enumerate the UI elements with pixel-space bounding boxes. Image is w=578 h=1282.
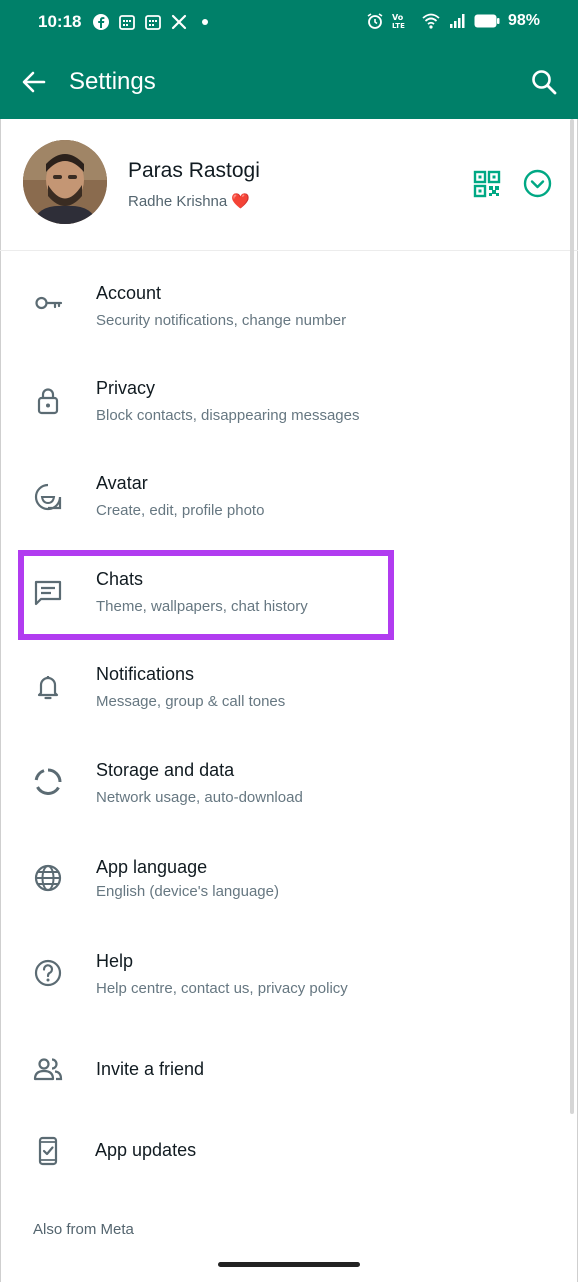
settings-item-storage[interactable]: Storage and data Network usage, auto-dow… [0, 748, 578, 838]
calendar-icon [119, 15, 135, 30]
phone-update-icon [38, 1136, 58, 1166]
volte-icon: VoLTE [392, 13, 405, 30]
chevron-down-icon[interactable] [523, 169, 552, 198]
settings-item-subtitle: Create, edit, profile photo [96, 502, 265, 519]
wifi-icon [422, 13, 440, 29]
settings-item-account[interactable]: Account Security notifications, change n… [0, 271, 578, 361]
x-logo-icon [171, 14, 187, 30]
settings-item-label: Account [96, 283, 162, 303]
settings-item-label: Invite a friend [96, 1059, 205, 1079]
settings-item-label: Help [96, 951, 134, 971]
settings-item-label: Storage and data [96, 760, 235, 780]
alarm-icon [367, 13, 383, 29]
battery-level: 98% [507, 12, 540, 29]
settings-item-app-language[interactable]: App language English (device's language) [0, 844, 578, 934]
settings-item-subtitle: Help centre, contact us, privacy policy [96, 980, 348, 997]
gesture-nav-bar[interactable] [218, 1262, 360, 1267]
settings-item-app-updates[interactable]: App updates [0, 1108, 578, 1198]
profile-name: Paras Rastogi [128, 159, 260, 182]
lock-icon [37, 388, 59, 415]
qr-code-icon[interactable] [473, 170, 501, 198]
settings-item-subtitle: Network usage, auto-download [96, 789, 303, 806]
settings-item-label: App language [96, 857, 208, 877]
help-icon [34, 959, 62, 987]
settings-item-label: App updates [95, 1140, 197, 1160]
avatar-icon [34, 483, 62, 511]
svg-text:Vo: Vo [392, 13, 404, 22]
globe-icon [34, 864, 62, 892]
bell-icon [37, 676, 59, 700]
status-right: Vo LTE 98% [366, 12, 540, 30]
settings-item-privacy[interactable]: Privacy Block contacts, disappearing mes… [0, 366, 578, 456]
also-from-meta-label: Also from Meta [33, 1221, 134, 1238]
settings-item-subtitle: Security notifications, change number [96, 312, 347, 329]
settings-item-invite[interactable]: Invite a friend [0, 1027, 578, 1117]
app-bar: Settings [0, 46, 578, 119]
settings-item-subtitle: Block contacts, disappearing messages [96, 407, 360, 424]
storage-icon [34, 768, 62, 795]
svg-text:LTE: LTE [392, 22, 405, 30]
back-arrow-icon[interactable] [20, 68, 48, 96]
settings-item-subtitle: Message, group & call tones [96, 693, 286, 710]
key-icon [35, 296, 63, 310]
facebook-icon [93, 14, 109, 30]
profile-photo [23, 140, 107, 224]
settings-item-notifications[interactable]: Notifications Message, group & call tone… [0, 652, 578, 742]
settings-item-help[interactable]: Help Help centre, contact us, privacy po… [0, 939, 578, 1029]
profile-section[interactable]: Paras Rastogi Radhe Krishna ❤️ [0, 119, 578, 251]
signal-icon [449, 14, 465, 28]
settings-item-avatar[interactable]: Avatar Create, edit, profile photo [0, 461, 578, 551]
avatar[interactable] [23, 140, 107, 224]
settings-item-subtitle: English (device's language) [96, 883, 279, 900]
calendar-icon [145, 15, 161, 30]
status-bar: 10:18 Vo LTE 98% [0, 0, 578, 46]
invite-icon [33, 1058, 63, 1081]
battery-icon [474, 14, 500, 28]
dot-icon [202, 19, 208, 25]
settings-item-label: Avatar [96, 473, 148, 493]
highlight-box [18, 550, 394, 640]
profile-about: Radhe Krishna ❤️ [128, 193, 251, 210]
settings-item-label: Privacy [96, 378, 156, 398]
notification-icons [92, 13, 214, 31]
settings-item-label: Notifications [96, 664, 195, 684]
scrollbar[interactable] [570, 119, 574, 1114]
status-time: 10:18 [38, 12, 82, 31]
page-title: Settings [69, 68, 156, 95]
search-icon[interactable] [530, 68, 558, 96]
